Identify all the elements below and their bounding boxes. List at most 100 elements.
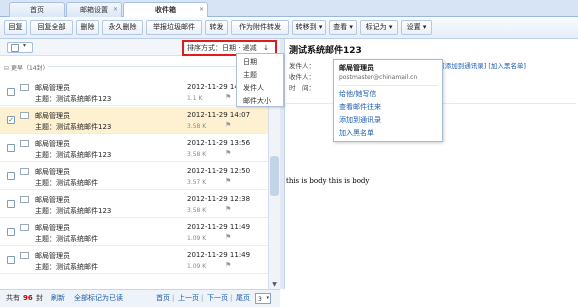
move-to-menu[interactable]: 转移到 ▾	[292, 20, 326, 35]
flag-icon[interactable]: ⚑	[225, 206, 233, 213]
message-size: 1.09 K	[187, 235, 207, 242]
sort-option-sender[interactable]: 发件人	[243, 83, 264, 93]
pager-separator: |	[172, 294, 175, 302]
collapse-icon[interactable]: ⊟	[4, 65, 9, 72]
row-checkbox[interactable]	[7, 228, 15, 236]
message-subject: 主题：测试系统邮件123	[35, 151, 112, 159]
select-all-dropdown[interactable]: ▾	[7, 42, 33, 53]
message-size: 3.58 K	[187, 123, 207, 130]
forward-as-attachment-button[interactable]: 作为附件转发	[231, 20, 289, 35]
settings-menu[interactable]: 设置 ▾	[401, 20, 432, 35]
row-checkbox[interactable]	[7, 172, 15, 180]
envelope-icon	[20, 140, 29, 147]
tab-label: 邮箱设置	[80, 6, 108, 14]
message-row[interactable]: 邮局管理员 主题：测试系统邮件123 2012-11-29 14:07 1.1 K ⚑	[0, 79, 268, 106]
settings-label: 设置	[406, 23, 421, 31]
divider	[338, 85, 438, 86]
sort-option-date[interactable]: 日期	[243, 57, 257, 67]
next-page-link[interactable]: 下一页	[207, 291, 228, 306]
delete-button[interactable]: 删除	[76, 20, 99, 35]
message-subject: 主题：测试系统邮件	[35, 179, 98, 187]
message-sender: 邮局管理员	[35, 196, 70, 204]
preview-subject: 测试系统邮件123	[289, 46, 362, 56]
select-all-checkbox[interactable]	[11, 44, 19, 52]
total-prefix: 共有	[6, 294, 20, 302]
sort-menu: 日期 主题 发件人 邮件大小	[236, 53, 284, 107]
sort-option-subject[interactable]: 主题	[243, 70, 257, 80]
tab-inbox[interactable]: 收件箱 ✕	[123, 2, 208, 18]
page-number: 3	[258, 296, 262, 303]
message-row[interactable]: 邮局管理员 主题：测试系统邮件 2012-11-29 11:49 1.09 K ⚑	[0, 247, 268, 274]
mark-as-label: 标记为	[365, 23, 387, 31]
message-row[interactable]: 邮局管理员 主题：测试系统邮件123 2012-11-29 13:56 3.58 K ⚑	[0, 135, 268, 162]
message-size: 3.58 K	[187, 151, 207, 158]
flag-icon[interactable]: ⚑	[225, 262, 233, 269]
prev-page-link[interactable]: 上一页	[178, 291, 199, 306]
add-to-blacklist-link[interactable]: 加入黑名单	[339, 128, 374, 138]
contact-name: 邮局管理员	[339, 64, 374, 72]
message-subject: 主题：测试系统邮件123	[35, 207, 112, 215]
message-date: 2012-11-29 12:38	[187, 195, 251, 203]
group-header[interactable]: ⊟ 更早（14封）	[4, 63, 268, 72]
message-sender: 邮局管理员	[35, 140, 70, 148]
pager-separator: |	[201, 294, 204, 302]
tab-home[interactable]: 首页	[9, 2, 65, 17]
envelope-icon	[20, 84, 29, 91]
reply-all-button[interactable]: 回复全部	[30, 20, 73, 35]
tab-bar: 首页 邮箱设置 ✕ 收件箱 ✕	[0, 0, 578, 18]
message-size: 1.1 K	[187, 95, 203, 102]
row-checkbox[interactable]	[7, 256, 15, 264]
mark-as-menu[interactable]: 标记为 ▾	[360, 20, 398, 35]
add-to-contacts-link[interactable]: 添加到通讯录	[339, 115, 381, 125]
flag-icon[interactable]: ⚑	[225, 234, 233, 241]
mark-all-read-link[interactable]: 全部标记为已读	[74, 291, 123, 306]
forward-button[interactable]: 转发	[205, 20, 228, 35]
message-subject: 主题：测试系统邮件	[35, 263, 98, 271]
envelope-icon	[20, 196, 29, 203]
chevron-down-icon: ▾	[316, 23, 323, 31]
chevron-down-icon: ▾	[23, 42, 27, 49]
flag-icon[interactable]: ⚑	[225, 150, 233, 157]
flag-icon[interactable]: ⚑	[225, 178, 233, 185]
row-checkbox[interactable]	[7, 144, 15, 152]
close-icon[interactable]: ✕	[199, 3, 204, 17]
flag-icon[interactable]: ⚑	[225, 122, 233, 129]
envelope-icon	[20, 224, 29, 231]
flag-icon[interactable]: ⚑	[225, 94, 233, 101]
scroll-down-icon[interactable]: ▼	[270, 280, 279, 289]
message-row[interactable]: 邮局管理员 主题：测试系统邮件 2012-11-29 11:49 1.09 K ⚑	[0, 219, 268, 246]
message-sender: 邮局管理员	[35, 252, 70, 260]
message-row[interactable]: ✓ 邮局管理员 主题：测试系统邮件123 2012-11-29 14:07 3.58 K…	[0, 107, 268, 134]
sort-option-size[interactable]: 邮件大小	[243, 96, 271, 106]
message-date: 2012-11-29 11:49	[187, 223, 251, 231]
message-row[interactable]: 邮局管理员 主题：测试系统邮件 2012-11-29 12:50 3.57 K ⚑	[0, 163, 268, 190]
close-icon[interactable]: ✕	[113, 3, 118, 17]
tab-mail-settings[interactable]: 邮箱设置 ✕	[66, 2, 122, 17]
view-menu[interactable]: 查看 ▾	[329, 20, 357, 35]
reply-button[interactable]: 回复	[4, 20, 27, 35]
message-sender: 邮局管理员	[35, 224, 70, 232]
view-correspondence-link[interactable]: 查看邮件往来	[339, 102, 381, 112]
page-select[interactable]: 3 ▾	[255, 293, 271, 304]
write-to-contact-link[interactable]: 给他/她写信	[339, 89, 376, 99]
sender-label: 发件人：	[289, 62, 315, 70]
row-checkbox[interactable]	[7, 88, 15, 96]
message-size: 3.58 K	[187, 207, 207, 214]
refresh-link[interactable]: 刷新	[51, 291, 65, 306]
message-row[interactable]: 邮局管理员主题：测试系统邮件123 2012-11-29 12:38 3.58 K ⚑	[0, 191, 268, 218]
chevron-down-icon: ▾	[347, 23, 353, 31]
tab-label: 收件箱	[155, 6, 176, 14]
recipient-label: 收件人：	[289, 73, 315, 81]
row-checkbox[interactable]: ✓	[7, 116, 15, 124]
last-page-link[interactable]: 尾页	[236, 291, 250, 306]
permanent-delete-button[interactable]: 永久删除	[102, 20, 143, 35]
report-spam-button[interactable]: 举报垃圾邮件	[146, 20, 202, 35]
move-to-label: 转移到	[295, 23, 317, 31]
first-page-link[interactable]: 首页	[156, 291, 170, 306]
message-subject: 主题：测试系统邮件123	[35, 123, 112, 131]
contact-card: 邮局管理员 postmaster@chinamail.cn 给他/她写信 查看邮…	[333, 59, 443, 142]
scrollbar-thumb[interactable]	[270, 156, 279, 196]
message-date: 2012-11-29 14:07	[187, 111, 251, 119]
row-checkbox[interactable]	[7, 200, 15, 208]
envelope-icon	[20, 168, 29, 175]
